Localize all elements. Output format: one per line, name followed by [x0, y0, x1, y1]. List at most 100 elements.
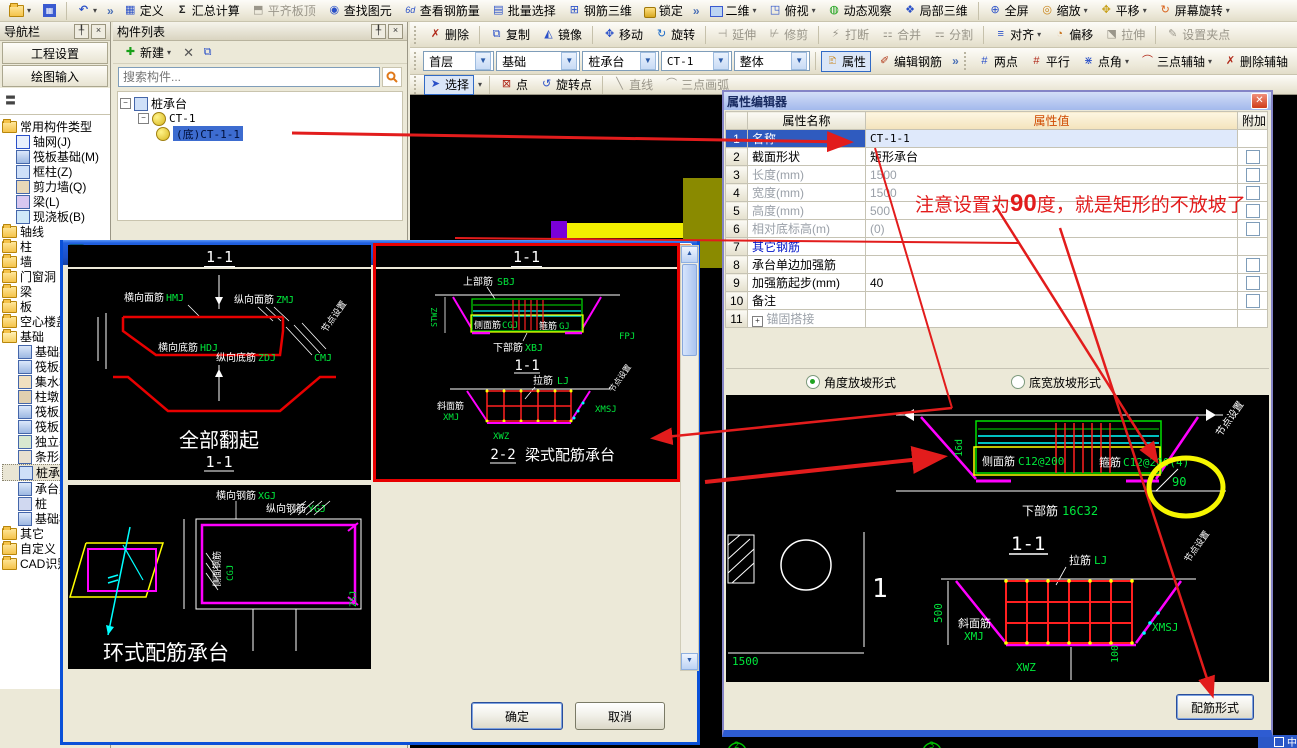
floor-combobox[interactable]: 首层 ▼ — [423, 51, 495, 71]
rotate-button[interactable]: ↻ 旋转 — [650, 24, 700, 45]
element-combobox[interactable]: CT-1 ▼ — [660, 51, 732, 71]
angle-slope-radio[interactable]: 角度放坡形式 — [806, 374, 896, 391]
mirror-button[interactable]: ◭ 镜像 — [537, 24, 587, 45]
split-button[interactable]: ⚎ 分割 — [928, 24, 978, 45]
project-settings-button[interactable]: 工程设置 — [2, 42, 108, 64]
scroll-down-icon[interactable]: ▼ — [681, 653, 698, 670]
three-point-aux-axis-button[interactable]: ⌒ 三点辅轴 ▾ — [1136, 51, 1217, 72]
save-button[interactable]: ▦ — [38, 2, 61, 19]
align-slab-top-button[interactable]: ⬒ 平齐板顶 — [247, 0, 321, 21]
view-rebar-qty-button[interactable]: 6d 查看钢筋量 — [399, 0, 485, 21]
close-icon[interactable]: × — [388, 23, 403, 39]
summary-calc-button[interactable]: Σ 汇总计算 — [171, 0, 245, 21]
pan-button[interactable]: ✥ 平移 ▾ — [1095, 0, 1152, 21]
set-grip-button[interactable]: ✎ 设置夹点 — [1161, 24, 1235, 45]
delete-button[interactable]: ✗ 删除 — [424, 24, 474, 45]
attach-checkbox[interactable] — [1245, 257, 1260, 272]
component-tree-node[interactable]: − CT-1 — [120, 111, 400, 126]
line-button[interactable]: ╲ 直线 — [608, 74, 658, 95]
screen-rotate-button[interactable]: ↻ 屏幕旋转 ▾ — [1154, 0, 1235, 21]
merge-button[interactable]: ⚏ 合并 — [876, 24, 926, 45]
attach-checkbox[interactable] — [1245, 203, 1260, 218]
toolbar-overflow-chevron-3[interactable]: » — [949, 54, 962, 68]
batch-select-button[interactable]: ▤ 批量选择 — [487, 0, 561, 21]
close-icon[interactable]: × — [91, 23, 106, 39]
property-row-name[interactable]: 1 名称 CT-1-1 — [725, 129, 1268, 148]
top-view-button[interactable]: ◳ 俯视 ▾ — [764, 0, 821, 21]
extend-button[interactable]: ⊣ 延伸 — [711, 24, 761, 45]
nav-tree-item[interactable]: 筏板基础(M) — [2, 149, 110, 164]
category-combobox[interactable]: 基础 ▼ — [496, 51, 581, 71]
dialog-scrollbar[interactable]: ▲ ▼ — [680, 245, 699, 671]
attach-checkbox[interactable] — [1245, 293, 1260, 308]
pin-icon[interactable]: ╀ — [74, 23, 89, 39]
attach-checkbox[interactable] — [1245, 149, 1260, 164]
rebar-form-button[interactable]: 配筋形式 — [1176, 694, 1254, 720]
draw-input-button[interactable]: 绘图输入 — [2, 65, 108, 87]
element-type-combobox[interactable]: 桩承台 ▼ — [582, 51, 659, 71]
rotate-point-button[interactable]: ↺ 旋转点 — [535, 74, 597, 95]
rebar-style-all-turned-up[interactable]: 1-1 横向面筋 HMJ 纵向面筋 ZMJ 横向底筋 HDJ 纵向底筋 ZDJ … — [68, 245, 371, 480]
toolbar-overflow-chevron[interactable]: » — [104, 4, 117, 18]
property-row-rel-bottom-elev[interactable]: 6 相对底标高(m) (0) — [725, 219, 1268, 238]
close-icon[interactable]: ✕ — [1251, 93, 1268, 109]
view-mode-combobox[interactable]: 整体 ▼ — [733, 51, 811, 71]
layers-icon[interactable]: 〓 — [4, 95, 17, 108]
edit-rebar-button[interactable]: ✐ 编辑钢筋 — [873, 51, 947, 72]
define-button[interactable]: ▦ 定义 — [119, 0, 169, 21]
properties-button[interactable]: 🗈 属性 — [821, 50, 872, 72]
nav-tree-item[interactable]: 轴网(J) — [2, 134, 110, 149]
rebar-style-ring-type[interactable]: 横向钢筋 XGJ 纵向钢筋 YGJ 侧面钢筋 CGJ ZSJ 环式配筋承台 — [68, 485, 371, 669]
stretch-button[interactable]: ⬔ 拉伸 — [1100, 24, 1150, 45]
pin-icon[interactable]: ╀ — [371, 23, 386, 39]
point-angle-axis-button[interactable]: ⋇ 点角 ▾ — [1077, 51, 1134, 72]
select-dropdown[interactable]: ▾ — [476, 78, 484, 91]
property-row-other-rebar[interactable]: 7 其它钢筋 — [725, 237, 1268, 256]
rebar-3d-button[interactable]: ⊞ 钢筋三维 — [563, 0, 637, 21]
nav-tree-item[interactable]: 现浇板(B) — [2, 209, 110, 224]
full-screen-button[interactable]: ⊕ 全屏 — [984, 0, 1034, 21]
offset-button[interactable]: ◔ 偏移 — [1048, 24, 1098, 45]
rebar-style-beam-type-selected[interactable]: 1-1 上部筋 SBJ 侧面筋 CGJ 箍筋 GJ FPJ 下部筋 XBJ ST… — [373, 243, 680, 482]
nav-tree-group[interactable]: 轴线 — [2, 224, 110, 239]
component-tree-leaf-selected[interactable]: (底)CT-1-1 — [120, 126, 400, 141]
break-button[interactable]: ⚡ 打断 — [824, 24, 874, 45]
delete-aux-axis-button[interactable]: ✗ 删除辅轴 — [1219, 51, 1293, 72]
orbit-button[interactable]: ◍ 动态观察 — [823, 0, 897, 21]
scroll-up-icon[interactable]: ▲ — [681, 246, 698, 263]
attach-checkbox[interactable] — [1245, 221, 1260, 236]
copy-button[interactable]: ⧉ 复制 — [485, 24, 535, 45]
expand-icon[interactable]: + — [752, 316, 763, 327]
search-icon[interactable] — [382, 67, 402, 87]
trim-button[interactable]: ⊬ 修剪 — [763, 24, 813, 45]
local-3d-button[interactable]: ❖ 局部三维 — [899, 0, 973, 21]
undo-button[interactable]: ↶ ▾ — [72, 2, 102, 19]
attach-checkbox[interactable] — [1245, 167, 1260, 182]
nav-tree-item[interactable]: 梁(L) — [2, 194, 110, 209]
two-point-axis-button[interactable]: # 两点 — [973, 51, 1023, 72]
property-editor-titlebar[interactable]: 属性编辑器 ✕ — [724, 92, 1271, 110]
ok-button[interactable]: 确定 — [471, 702, 563, 730]
property-row-remark[interactable]: 10 备注 — [725, 291, 1268, 310]
scrollbar-thumb[interactable] — [682, 264, 697, 356]
collapse-icon[interactable]: − — [138, 113, 149, 124]
cancel-button[interactable]: 取消 — [575, 702, 665, 730]
collapse-icon[interactable]: − — [120, 98, 131, 109]
align-button[interactable]: ≡ 对齐 ▾ — [989, 24, 1046, 45]
new-component-button[interactable]: ✚ 新建 ▾ — [119, 42, 176, 63]
lock-button[interactable]: 锁定 — [639, 0, 688, 21]
attach-checkbox[interactable] — [1245, 275, 1260, 290]
toolbar-overflow-chevron-2[interactable]: » — [690, 4, 703, 18]
attach-checkbox[interactable] — [1245, 185, 1260, 200]
nav-tree-item[interactable]: 剪力墙(Q) — [2, 179, 110, 194]
bottom-width-slope-radio[interactable]: 底宽放坡形式 — [1011, 374, 1101, 391]
search-input[interactable] — [118, 67, 380, 87]
copy-component-icon[interactable]: ⧉ — [201, 46, 214, 59]
component-tree-root[interactable]: − 桩承台 — [120, 96, 400, 111]
property-row-strengthen-start[interactable]: 9 加强筋起步(mm) 40 — [725, 273, 1268, 292]
property-row-anchorage[interactable]: 11 + 锚固搭接 — [725, 309, 1268, 328]
select-button[interactable]: ➤ 选择 — [424, 74, 475, 95]
nav-tree-item[interactable]: 框柱(Z) — [2, 164, 110, 179]
delete-component-icon[interactable]: ✕ — [182, 46, 195, 59]
find-element-button[interactable]: ◉ 查找图元 — [323, 0, 397, 21]
